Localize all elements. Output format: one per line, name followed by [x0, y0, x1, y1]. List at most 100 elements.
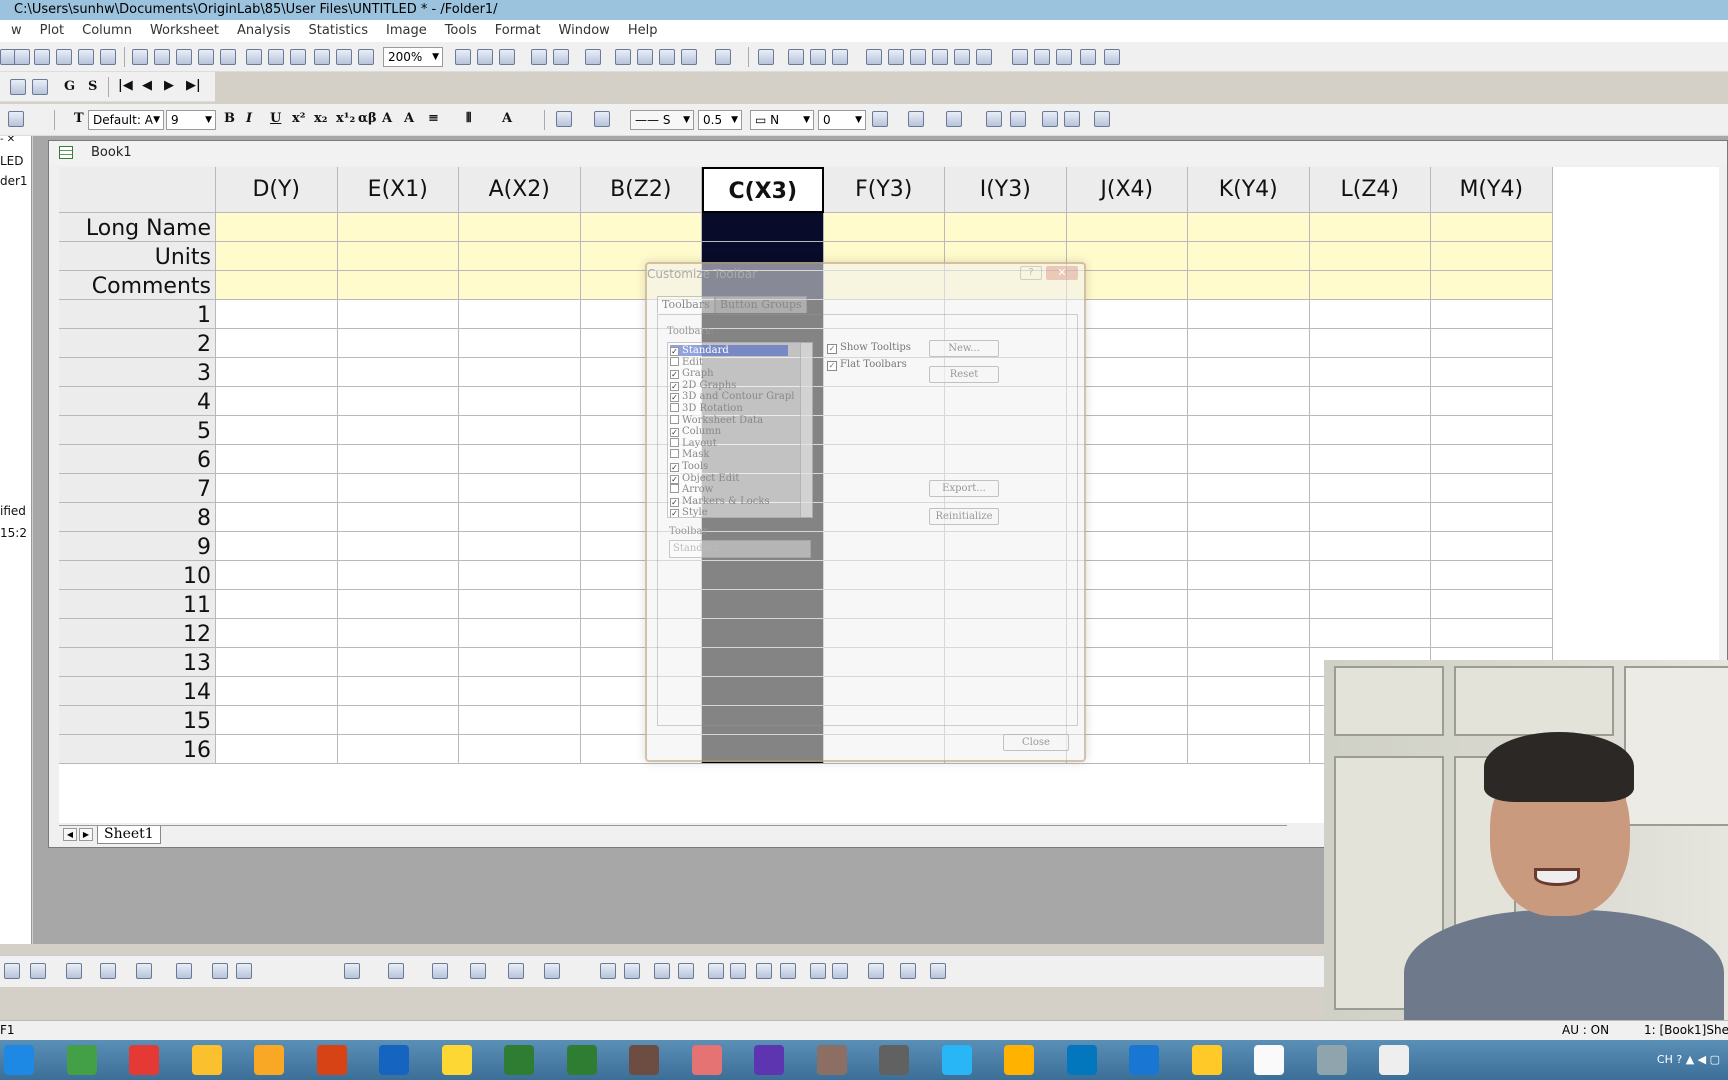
frame-icon[interactable]: [888, 49, 904, 65]
data-cell[interactable]: [1431, 474, 1553, 503]
menu-analysis[interactable]: Analysis: [228, 20, 300, 42]
meta-cell[interactable]: [1309, 213, 1431, 242]
checkbox-icon[interactable]: [670, 414, 679, 424]
graph-tool-icon[interactable]: [624, 963, 640, 979]
code-builder-icon[interactable]: [637, 49, 653, 65]
data-cell[interactable]: [337, 735, 459, 764]
reinitialize-button[interactable]: Reinitialize: [929, 508, 999, 525]
data-cell[interactable]: [337, 590, 459, 619]
toolbar-list-item[interactable]: Mask: [670, 449, 709, 460]
font-combo[interactable]: Default: A ▼: [88, 110, 164, 130]
meta-cell[interactable]: [216, 242, 338, 271]
graph-tool-icon[interactable]: [900, 963, 916, 979]
export-button[interactable]: Export...: [929, 480, 999, 497]
toolbar-list-item[interactable]: ✓ Graph: [670, 368, 714, 380]
taskbar-app-icon[interactable]: [4, 1045, 34, 1075]
data-cell[interactable]: [216, 619, 338, 648]
data-cell[interactable]: [1431, 532, 1553, 561]
graph-tool-icon[interactable]: [508, 963, 524, 979]
tab-prev-icon[interactable]: ◀: [63, 828, 77, 841]
tool-icon[interactable]: [8, 111, 24, 127]
graph-tool-icon[interactable]: [654, 963, 670, 979]
lock-icon[interactable]: [1094, 111, 1110, 127]
row-label[interactable]: 14: [59, 677, 216, 706]
row-label[interactable]: 2: [59, 329, 216, 358]
data-cell[interactable]: [459, 387, 581, 416]
close-button[interactable]: Close: [1003, 734, 1069, 751]
data-cell[interactable]: [1188, 706, 1310, 735]
panel-close-icon[interactable]: - ✕: [0, 136, 15, 145]
menu-help[interactable]: Help: [619, 20, 667, 42]
data-cell[interactable]: [337, 561, 459, 590]
column-header[interactable]: K(Y4): [1188, 167, 1310, 213]
data-cell[interactable]: [216, 677, 338, 706]
font-size-combo[interactable]: 9 ▼: [166, 110, 216, 130]
menu-statistics[interactable]: Statistics: [300, 20, 377, 42]
graph-tool-icon[interactable]: [100, 963, 116, 979]
taskbar-app-icon[interactable]: [691, 1045, 722, 1075]
data-cell[interactable]: [216, 706, 338, 735]
data-cell[interactable]: [1431, 387, 1553, 416]
graph-tool-icon[interactable]: [544, 963, 560, 979]
taskbar-app-icon[interactable]: [1254, 1045, 1284, 1075]
graph-tool-icon[interactable]: [730, 963, 746, 979]
checkbox-icon[interactable]: ✓: [670, 509, 679, 517]
row-label[interactable]: 7: [59, 474, 216, 503]
reset-button[interactable]: Reset: [929, 366, 999, 383]
taskbar-app-icon[interactable]: [254, 1045, 284, 1075]
meta-row-label[interactable]: Comments: [59, 271, 216, 300]
taskbar-app-icon[interactable]: [129, 1045, 159, 1075]
last-icon[interactable]: ▶|: [186, 78, 201, 93]
row-label[interactable]: 15: [59, 706, 216, 735]
layer-icon[interactable]: [788, 49, 804, 65]
data-cell[interactable]: [459, 445, 581, 474]
graph-tool-icon[interactable]: [832, 963, 848, 979]
toolbar-name-field[interactable]: Standard: [669, 540, 811, 558]
script-window-icon[interactable]: [531, 49, 547, 65]
checkbox-icon[interactable]: ✓: [670, 474, 679, 484]
taskbar-app-icon[interactable]: [504, 1045, 534, 1075]
row-label[interactable]: 4: [59, 387, 216, 416]
data-cell[interactable]: [337, 474, 459, 503]
prev-icon[interactable]: ◀: [142, 78, 152, 93]
graph-tool-icon[interactable]: [470, 963, 486, 979]
data-cell[interactable]: [459, 619, 581, 648]
marker-x-icon[interactable]: [1010, 111, 1026, 127]
menu-worksheet[interactable]: Worksheet: [141, 20, 228, 42]
open-icon[interactable]: [132, 49, 148, 65]
data-cell[interactable]: [459, 503, 581, 532]
data-cell[interactable]: [1188, 416, 1310, 445]
data-cell[interactable]: [1309, 416, 1431, 445]
save-template-icon[interactable]: [246, 49, 262, 65]
data-cell[interactable]: [216, 561, 338, 590]
save-project-icon[interactable]: [220, 49, 236, 65]
border-icon[interactable]: [908, 111, 924, 127]
toolbar-list[interactable]: ✓ Standard Edit ✓ Graph ✓ 2D Graphs ✓ 3D and Con…: [667, 342, 813, 518]
menu-format[interactable]: Format: [486, 20, 550, 42]
column-header[interactable]: D(Y): [216, 167, 338, 213]
graph-tool-icon[interactable]: [868, 963, 884, 979]
grid-icon[interactable]: [946, 111, 962, 127]
row-label[interactable]: 3: [59, 358, 216, 387]
data-cell[interactable]: [1431, 445, 1553, 474]
data-cell[interactable]: [337, 503, 459, 532]
data-cell[interactable]: [459, 677, 581, 706]
data-cell[interactable]: [459, 735, 581, 764]
taskbar-app-icon[interactable]: [66, 1045, 97, 1075]
row-label[interactable]: 11: [59, 590, 216, 619]
line-style-combo[interactable]: —— S ▼: [630, 110, 694, 130]
align-icon[interactable]: ⫴: [466, 111, 471, 126]
taskbar-app-icon[interactable]: [441, 1045, 472, 1075]
graph-tool-icon[interactable]: [810, 963, 826, 979]
bold-button[interactable]: B: [224, 111, 235, 126]
project-item[interactable]: LED: [0, 154, 24, 168]
data-cell[interactable]: [1188, 387, 1310, 416]
graph-tool-icon[interactable]: [344, 963, 360, 979]
messages-icon[interactable]: [659, 49, 675, 65]
data-cell[interactable]: [1309, 474, 1431, 503]
first-icon[interactable]: |◀: [118, 78, 133, 93]
data-cell[interactable]: [1431, 590, 1553, 619]
data-cell[interactable]: [1309, 387, 1431, 416]
data-cell[interactable]: [459, 358, 581, 387]
meta-cell[interactable]: [1066, 213, 1188, 242]
